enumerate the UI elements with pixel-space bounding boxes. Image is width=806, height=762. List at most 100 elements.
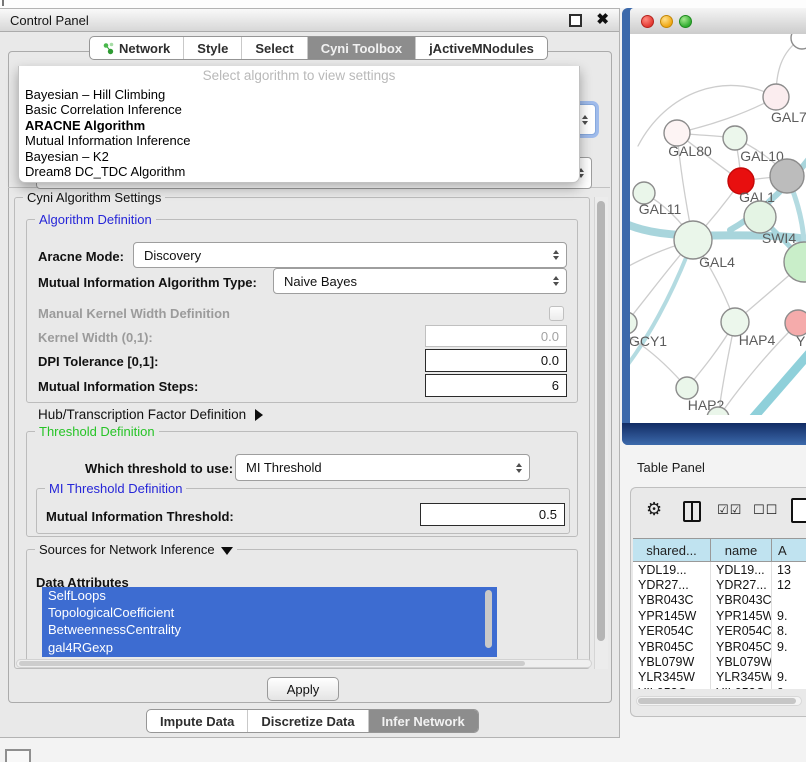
algorithm-option[interactable]: Bayesian – K2 xyxy=(19,149,579,164)
network-node[interactable] xyxy=(791,34,806,49)
table-row[interactable]: YER054CYER054C8. xyxy=(633,624,806,639)
dpi-tolerance-input[interactable]: 0.0 xyxy=(425,349,567,372)
close-icon[interactable]: ✖ xyxy=(596,13,609,27)
table-cell: 13 xyxy=(772,562,806,577)
data-attributes-list[interactable]: SelfLoopsTopologicalCoefficientBetweenne… xyxy=(42,587,497,657)
table-row[interactable]: YBL079WYBL079W xyxy=(633,654,806,669)
columns-icon[interactable] xyxy=(683,501,701,522)
network-view-inner: GAL7GAL80GAL10GAL1GAL11SWI4GAL4GCY1HAP4Y… xyxy=(630,8,806,423)
tab-impute-data[interactable]: Impute Data xyxy=(147,710,248,732)
aracne-mode-label: Aracne Mode: xyxy=(38,249,124,264)
table-cell: YPR145W xyxy=(633,608,711,623)
mi-threshold-input[interactable]: 0.5 xyxy=(420,503,565,526)
algorithm-dropdown-placeholder: Select algorithm to view settings xyxy=(19,66,579,87)
network-node-hap2[interactable] xyxy=(676,377,698,399)
mi-algorithm-type-label: Mutual Information Algorithm Type: xyxy=(38,275,257,290)
table-row[interactable]: YBR043CYBR043C xyxy=(633,593,806,608)
deselect-all-checkboxes-icon[interactable]: ☐☐ xyxy=(753,503,778,518)
table-row[interactable]: YPR145WYPR145W9. xyxy=(633,608,806,623)
table-row[interactable]: YDL19...YDL19...13 xyxy=(633,562,806,577)
zoom-traffic-light-icon[interactable] xyxy=(679,15,692,28)
table-row[interactable]: YBR045CYBR045C9. xyxy=(633,639,806,654)
attribute-item-selected[interactable]: BetweennessCentrality xyxy=(42,621,497,638)
table-cell: YDR27... xyxy=(711,577,772,592)
top-strip xyxy=(0,0,806,8)
tab-select[interactable]: Select xyxy=(242,37,307,59)
table-cell: YLR345W xyxy=(633,670,711,685)
aracne-mode-combo[interactable]: Discovery xyxy=(133,242,567,268)
network-node[interactable] xyxy=(770,159,804,193)
table-cell: YBL079W xyxy=(711,654,772,669)
cyni-settings-title: Cyni Algorithm Settings xyxy=(23,190,165,205)
gear-icon[interactable]: ⚙ xyxy=(646,499,662,520)
tab-infer-network[interactable]: Infer Network xyxy=(369,710,478,732)
algorithm-option[interactable]: Basic Correlation Inference xyxy=(19,102,579,117)
algorithm-option[interactable]: Bayesian – Hill Climbing xyxy=(19,87,579,102)
minimized-panel-icon[interactable] xyxy=(5,749,31,762)
kernel-width-input[interactable]: 0.0 xyxy=(425,325,567,347)
algorithm-option[interactable]: ARACNE Algorithm xyxy=(19,118,579,133)
table-cell: YIL052C xyxy=(711,685,772,689)
mi-algorithm-type-combo[interactable]: Naive Bayes xyxy=(273,268,567,294)
attribute-item-selected[interactable]: gal4RGexp xyxy=(42,639,497,656)
table-row[interactable]: YLR345WYLR345W9. xyxy=(633,670,806,685)
table-cell: YPR145W xyxy=(711,608,772,623)
table-row[interactable]: YDR27...YDR27...12 xyxy=(633,577,806,592)
tab-label: Style xyxy=(197,41,228,56)
table-cell xyxy=(772,593,806,608)
apply-button[interactable]: Apply xyxy=(267,677,339,701)
settings-vertical-scrollbar[interactable] xyxy=(594,197,608,669)
mi-steps-input[interactable]: 6 xyxy=(425,374,567,397)
tab-style[interactable]: Style xyxy=(184,37,242,59)
export-table-icon[interactable] xyxy=(791,498,806,523)
hub-definition-toggle[interactable]: Hub/Transcription Factor Definition xyxy=(38,407,263,422)
float-window-icon[interactable] xyxy=(569,14,582,27)
table-cell: YBR043C xyxy=(633,593,711,608)
table-cell: YDL19... xyxy=(633,562,711,577)
table-cell: 9. xyxy=(772,685,806,689)
network-node-swi4[interactable] xyxy=(744,201,776,233)
network-node-gal7[interactable] xyxy=(763,84,789,110)
tab-network[interactable]: Network xyxy=(90,37,184,59)
sources-group-title[interactable]: Sources for Network Inference xyxy=(35,542,237,557)
attribute-item-selected[interactable]: SelfLoops xyxy=(42,587,497,604)
attributes-scrollbar[interactable] xyxy=(485,590,492,648)
table-column-header[interactable]: shared... xyxy=(633,539,711,561)
table-cell: YBR045C xyxy=(633,639,711,654)
stepper-arrows-icon xyxy=(553,250,559,260)
tab-label: Network xyxy=(119,41,170,56)
network-node-gal10[interactable] xyxy=(723,126,747,150)
sources-horizontal-scrollbar[interactable] xyxy=(16,659,592,668)
tab-cyni-toolbox[interactable]: Cyni Toolbox xyxy=(308,37,416,59)
scrollbar-thumb[interactable] xyxy=(597,201,605,641)
table-column-header[interactable]: name xyxy=(711,539,772,561)
select-all-checkboxes-icon[interactable]: ☑☑ xyxy=(717,503,742,518)
table-cell xyxy=(772,654,806,669)
scrollbar-thumb[interactable] xyxy=(638,698,796,704)
attribute-item-selected[interactable]: TopologicalCoefficient xyxy=(42,604,497,621)
tab-discretize-data[interactable]: Discretize Data xyxy=(248,710,368,732)
tab-label: Cyni Toolbox xyxy=(321,41,402,56)
control-panel-title: Control Panel xyxy=(10,13,569,28)
table-horizontal-scrollbar[interactable] xyxy=(636,696,802,706)
algorithm-option[interactable]: Mutual Information Inference xyxy=(19,133,579,148)
manual-kernel-width-checkbox[interactable] xyxy=(549,306,564,321)
tab-label: Impute Data xyxy=(160,714,234,729)
stepper-arrows-icon xyxy=(516,463,522,473)
algorithm-option[interactable]: Dream8 DC_TDC Algorithm xyxy=(19,164,579,179)
minimize-traffic-light-icon[interactable] xyxy=(660,15,673,28)
close-traffic-light-icon[interactable] xyxy=(641,15,654,28)
tab-jactivemnodules[interactable]: jActiveMNodules xyxy=(416,37,547,59)
control-panel-window: Control Panel ✖ Network Style Select Cyni T… xyxy=(0,8,620,738)
network-canvas[interactable]: GAL7GAL80GAL10GAL1GAL11SWI4GAL4GCY1HAP4Y… xyxy=(630,34,806,415)
network-node-label: SWI4 xyxy=(762,230,796,246)
network-node-label: Y xyxy=(796,333,806,349)
scrollbar-thumb[interactable] xyxy=(19,661,525,666)
application-root: Control Panel ✖ Network Style Select Cyni T… xyxy=(0,0,806,762)
table-column-header[interactable]: A xyxy=(772,539,806,561)
table-row[interactable]: YIL052CYIL052C9. xyxy=(633,685,806,689)
threshold-definition-title: Threshold Definition xyxy=(35,424,159,439)
expanded-arrow-icon xyxy=(221,547,233,555)
network-node-gcy1[interactable] xyxy=(630,312,637,334)
which-threshold-combo[interactable]: MI Threshold xyxy=(235,454,530,481)
